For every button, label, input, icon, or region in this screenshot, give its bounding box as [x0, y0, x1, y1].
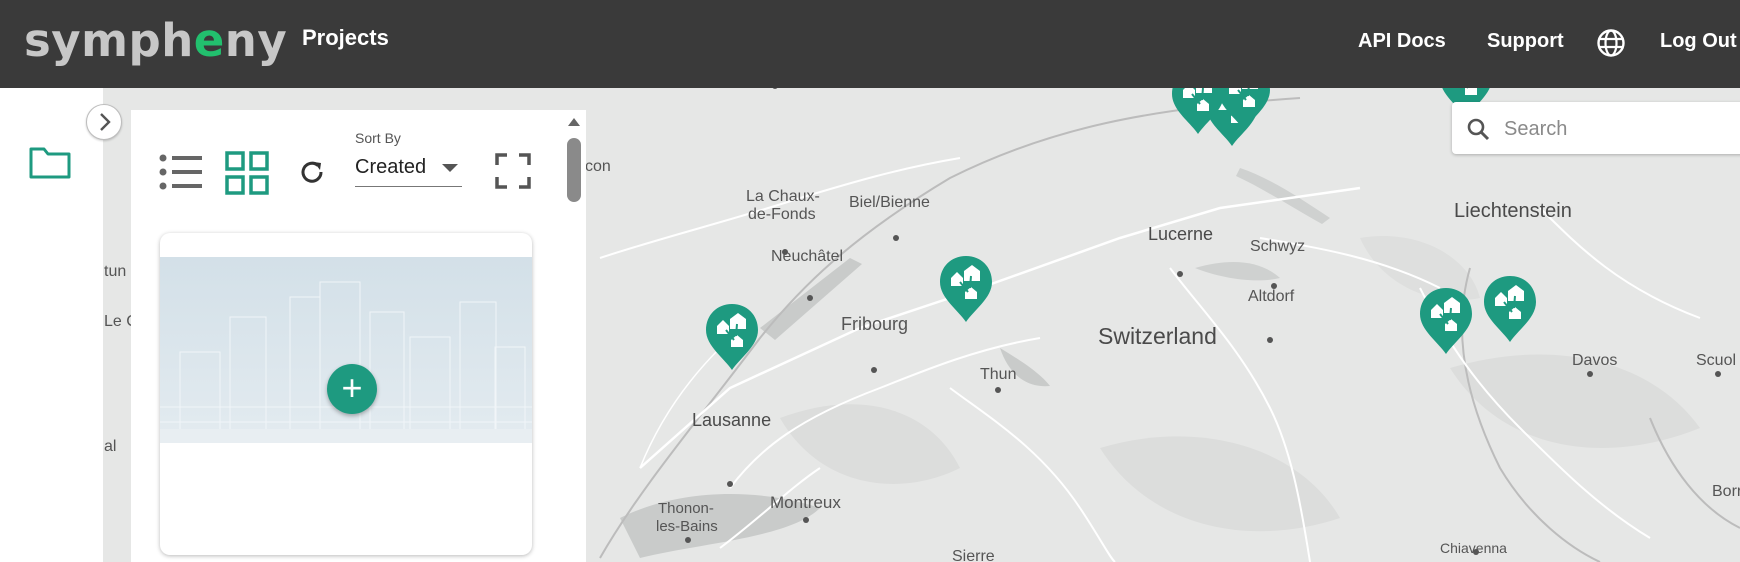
map-label-lausanne: Lausanne — [692, 410, 772, 430]
map-label-davos: Davos — [1572, 352, 1618, 369]
folder-icon[interactable] — [28, 144, 72, 180]
logout-link[interactable]: Log Out — [1660, 30, 1737, 53]
map-label-neuchatel: Neuchâtel — [771, 248, 844, 265]
logo[interactable]: sympheny — [24, 14, 287, 67]
refresh-icon[interactable] — [298, 158, 326, 186]
map-label-chiavenna: Chiavenna — [1440, 540, 1507, 556]
map-label-sierre: Sierre — [952, 548, 995, 562]
new-project-card[interactable]: + — [160, 233, 532, 555]
map-label-switzerland: Switzerland — [1098, 323, 1217, 349]
project-pin-icon[interactable] — [704, 302, 760, 372]
sort-by-label: Sort By — [355, 130, 401, 146]
map-label-liechtenstein: Liechtenstein — [1454, 200, 1572, 222]
support-link[interactable]: Support — [1487, 30, 1564, 53]
map-label-borr: Borr — [1712, 483, 1740, 500]
map-label-altdorf: Altdorf — [1248, 288, 1295, 305]
nav-projects-link[interactable]: Projects — [302, 25, 389, 51]
chevron-right-icon[interactable] — [86, 104, 122, 140]
plus-icon[interactable]: + — [327, 364, 377, 414]
chevron-down-icon — [442, 164, 458, 172]
project-pin-icon[interactable] — [938, 254, 994, 324]
map-label-thun: Thun — [980, 366, 1017, 383]
project-pin-icon[interactable] — [1418, 286, 1474, 356]
map-label-de-fonds: de-Fonds — [748, 206, 816, 223]
project-pin-icon[interactable] — [1482, 274, 1538, 344]
grid-icon[interactable] — [225, 151, 269, 195]
map-label-biel: Biel/Bienne — [849, 194, 930, 211]
fullscreen-icon[interactable] — [495, 153, 531, 189]
city-illustration — [160, 257, 532, 443]
map-label-fribourg: Fribourg — [841, 314, 909, 334]
panel-scrollbar[interactable] — [566, 112, 582, 562]
map-label-schwyz: Schwyz — [1250, 238, 1306, 255]
map-label-la-chaux: La Chaux- — [746, 188, 820, 205]
map-label-lucerne: Lucerne — [1148, 224, 1214, 244]
map-search[interactable] — [1452, 102, 1740, 154]
api-docs-link[interactable]: API Docs — [1358, 30, 1446, 53]
map-label-al: al — [104, 438, 117, 455]
map-label-les-bains: les-Bains — [656, 518, 718, 535]
map-label-tun: tun — [104, 263, 127, 280]
map-label-scuol: Scuol — [1696, 352, 1737, 369]
list-icon[interactable] — [158, 153, 204, 191]
map-label-montreux: Montreux — [770, 493, 841, 512]
sort-by-select[interactable]: Created — [355, 152, 462, 187]
top-navigation-bar: sympheny Projects API Docs Support Log O… — [0, 0, 1740, 88]
globe-icon[interactable] — [1596, 28, 1626, 58]
search-icon — [1467, 118, 1490, 141]
map-label-thonon: Thonon- — [658, 500, 714, 517]
sort-by-value: Created — [355, 156, 427, 178]
search-input[interactable] — [1502, 114, 1736, 144]
map-label-con: con — [585, 158, 611, 175]
